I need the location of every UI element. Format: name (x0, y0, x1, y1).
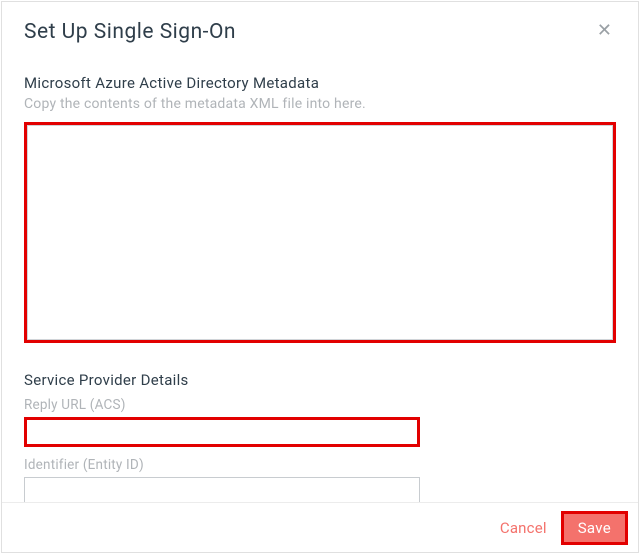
dialog-footer: Cancel Save (2, 502, 638, 552)
metadata-section-title: Microsoft Azure Active Directory Metadat… (24, 74, 616, 92)
save-highlight-box: Save (561, 511, 628, 545)
dialog-header: Set Up Single Sign-On ✕ (24, 20, 616, 44)
metadata-xml-textarea[interactable] (27, 125, 613, 340)
metadata-highlight-box (24, 122, 616, 343)
reply-url-label: Reply URL (ACS) (24, 397, 616, 413)
reply-url-highlight-box (24, 417, 420, 447)
dialog-body: Set Up Single Sign-On ✕ Microsoft Azure … (2, 2, 638, 502)
save-button[interactable]: Save (564, 514, 625, 542)
service-provider-section-title: Service Provider Details (24, 371, 616, 389)
identifier-label: Identifier (Entity ID) (24, 457, 616, 473)
metadata-section-subtitle: Copy the contents of the metadata XML fi… (24, 96, 616, 112)
reply-url-input[interactable] (27, 420, 417, 444)
sso-setup-dialog: Set Up Single Sign-On ✕ Microsoft Azure … (1, 1, 639, 553)
close-icon[interactable]: ✕ (593, 20, 616, 42)
identifier-input[interactable] (24, 477, 420, 502)
dialog-title: Set Up Single Sign-On (24, 20, 236, 44)
cancel-button[interactable]: Cancel (500, 519, 547, 537)
